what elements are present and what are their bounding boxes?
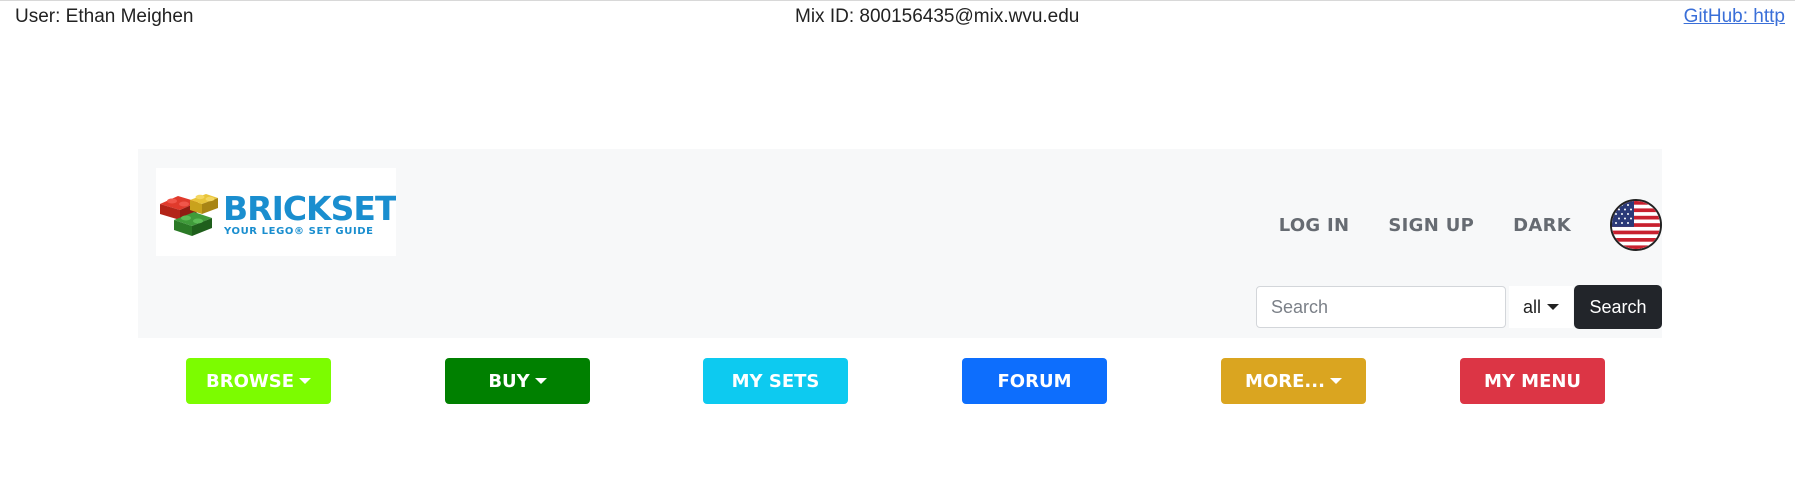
user-name-text: User: Ethan Meighen — [15, 6, 194, 27]
dark-mode-toggle[interactable]: DARK — [1513, 215, 1571, 236]
more-menu-button[interactable]: MORE... — [1221, 358, 1366, 404]
more-label: MORE... — [1245, 370, 1325, 392]
us-flag-icon[interactable] — [1610, 199, 1662, 251]
search-button[interactable]: Search — [1574, 285, 1662, 329]
search-input[interactable] — [1256, 286, 1506, 328]
my-menu-label: MY MENU — [1483, 370, 1582, 392]
chevron-down-icon — [299, 378, 311, 384]
chevron-down-icon — [1329, 378, 1342, 384]
brickset-logo-image: BRICKSET YOUR LEGO® SET GUIDE — [160, 189, 396, 237]
browse-label: BROWSE — [206, 370, 294, 392]
forum-menu-button[interactable]: FORUM — [962, 358, 1107, 404]
search-scope-value: all — [1522, 296, 1541, 317]
us-flag-image — [1612, 201, 1660, 249]
brickset-logo[interactable]: BRICKSET YOUR LEGO® SET GUIDE — [156, 168, 396, 256]
github-link[interactable]: GitHub: http — [1684, 6, 1785, 28]
logo-tagline-text: YOUR LEGO® SET GUIDE — [223, 226, 374, 237]
my-menu-button[interactable]: MY MENU — [1460, 358, 1605, 404]
forum-label: FORUM — [997, 370, 1072, 392]
mix-id-text: Mix ID: 800156435@mix.wvu.edu — [795, 6, 1080, 27]
search-scope-dropdown[interactable]: all — [1509, 286, 1573, 328]
lego-bricks-icon — [160, 194, 218, 236]
browse-menu-button[interactable]: BROWSE — [186, 358, 331, 404]
my-sets-menu-button[interactable]: MY SETS — [703, 358, 848, 404]
login-link[interactable]: LOG IN — [1279, 215, 1350, 236]
site-header: BRICKSET YOUR LEGO® SET GUIDE LOG IN SIG… — [138, 149, 1662, 338]
account-nav: LOG IN SIGN UP DARK — [1279, 199, 1662, 251]
logo-brand-text: BRICKSET — [223, 189, 396, 228]
chevron-down-icon — [534, 378, 547, 384]
search-bar: all Search — [1256, 285, 1662, 329]
signup-link[interactable]: SIGN UP — [1388, 215, 1474, 236]
info-bar: User: Ethan Meighen Mix ID: 800156435@mi… — [0, 0, 1795, 35]
buy-menu-button[interactable]: BUY — [445, 358, 590, 404]
my-sets-label: MY SETS — [731, 370, 820, 392]
buy-label: BUY — [488, 370, 530, 392]
chevron-down-icon — [1547, 304, 1559, 310]
